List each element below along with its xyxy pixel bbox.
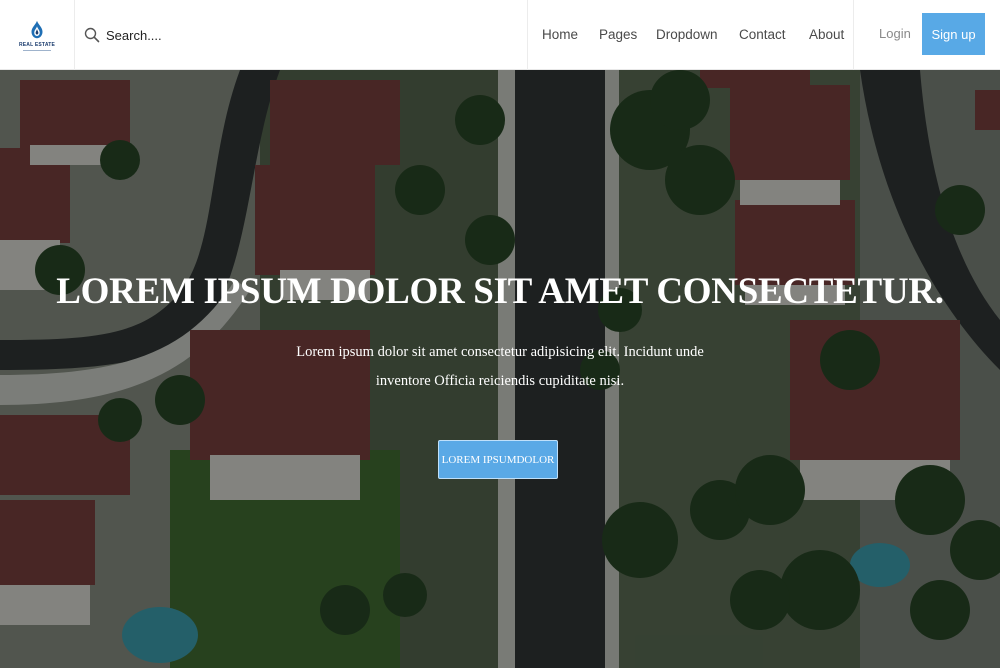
search-bar xyxy=(75,0,528,70)
brand-name: REAL ESTATE xyxy=(18,42,56,48)
flame-drop-logo-icon xyxy=(31,20,43,39)
brand-logo[interactable]: REAL ESTATE xyxy=(0,0,75,70)
nav-pages[interactable]: Pages xyxy=(599,27,637,42)
hero-title: LOREM IPSUM DOLOR SIT AMET CONSECTETUR. xyxy=(56,271,944,312)
hero-cta-button[interactable]: LOREM IPSUMDOLOR xyxy=(438,440,558,479)
login-link[interactable]: Login xyxy=(879,26,911,41)
search-icon[interactable] xyxy=(84,27,100,43)
hero-section: LOREM IPSUM DOLOR SIT AMET CONSECTETUR. … xyxy=(0,70,1000,668)
brand-divider xyxy=(23,50,51,51)
signup-button[interactable]: Sign up xyxy=(922,13,985,55)
hero-subtitle: Lorem ipsum dolor sit amet consectetur a… xyxy=(296,344,704,389)
site-header: REAL ESTATE Home Pages Dropdown Contact … xyxy=(0,0,1000,70)
nav-home[interactable]: Home xyxy=(542,27,578,42)
nav-about[interactable]: About xyxy=(809,27,844,42)
nav-dropdown[interactable]: Dropdown xyxy=(656,27,718,42)
nav-contact[interactable]: Contact xyxy=(739,27,786,42)
main-nav: Home Pages Dropdown Contact About xyxy=(528,0,854,70)
search-input[interactable] xyxy=(106,27,406,43)
